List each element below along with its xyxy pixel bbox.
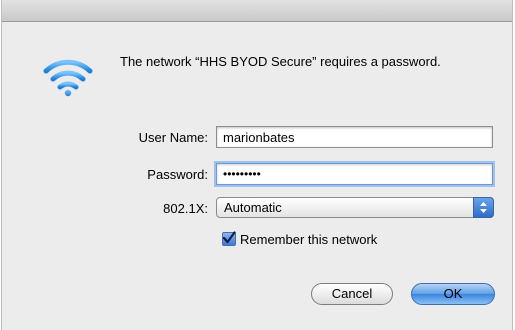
password-field[interactable]: ••••••••• <box>216 163 493 185</box>
eap-label: 802.1X: <box>163 201 208 216</box>
remember-checkbox[interactable] <box>222 231 236 246</box>
username-field[interactable]: marionbates <box>216 126 493 148</box>
select-arrows-icon <box>473 197 494 218</box>
username-label: User Name: <box>138 130 208 145</box>
checkmark-icon <box>222 231 236 244</box>
dialog-message: The network “HHS BYOD Secure” requires a… <box>120 54 441 69</box>
password-label: Password: <box>147 167 208 182</box>
title-bar[interactable] <box>2 0 512 22</box>
remember-label[interactable]: Remember this network <box>240 232 377 247</box>
eap-selected-value: Automatic <box>224 200 282 215</box>
wifi-password-dialog: The network “HHS BYOD Secure” requires a… <box>1 0 513 330</box>
eap-select[interactable]: Automatic <box>216 197 494 218</box>
ok-button[interactable]: OK <box>411 283 495 305</box>
wifi-icon <box>43 59 93 97</box>
cancel-button[interactable]: Cancel <box>311 283 393 305</box>
